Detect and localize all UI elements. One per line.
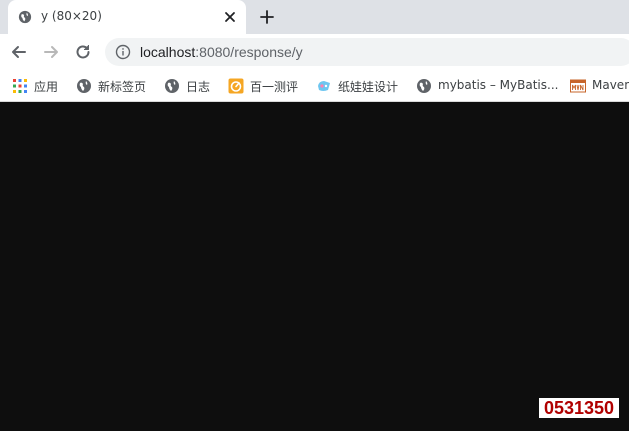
bookmark-label: mybatis – MyBatis... [438,78,559,92]
captcha-image: 0531350 [539,398,619,418]
url-text: localhost:8080/response/y [140,44,303,60]
bookmark-label: Maven [592,78,629,92]
bookmark-label: 纸娃娃设计 [338,80,399,94]
close-icon[interactable] [222,9,238,25]
info-icon[interactable] [115,44,131,60]
paperdoll-logo-icon [318,81,330,91]
bookmark-label: 新标签页 [98,80,147,94]
globe-icon [77,79,91,93]
url-path: :8080/response/y [195,44,303,60]
tab-strip: y (80×20) [0,0,629,34]
captcha-code: 0531350 [543,398,615,418]
baiyi-logo-icon [228,78,244,94]
globe-icon [165,79,179,93]
globe-icon [417,79,431,93]
new-tab-plus-icon[interactable] [258,8,276,26]
url-host: localhost [140,44,196,60]
back-arrow-icon[interactable] [9,42,29,62]
apps-grid-icon [13,79,27,93]
forward-arrow-icon[interactable] [41,42,61,62]
globe-icon [18,10,32,24]
reload-icon[interactable] [73,42,93,62]
mvn-logo-icon [570,79,586,93]
bookmark-label: 百一测评 [250,80,299,94]
page-viewport: 0531350 [0,103,629,431]
bookmarks-bar: 应用 新标签页 日志 百一测评 纸娃娃设计 mybatis – MyBatis.… [0,70,629,102]
tab-title: y (80×20) [41,9,102,23]
browser-tab[interactable]: y (80×20) [8,0,246,34]
browser-toolbar: localhost:8080/response/y [0,34,629,70]
bookmark-label: 应用 [34,80,59,94]
bookmark-label: 日志 [186,80,211,94]
address-bar[interactable]: localhost:8080/response/y [105,38,629,66]
